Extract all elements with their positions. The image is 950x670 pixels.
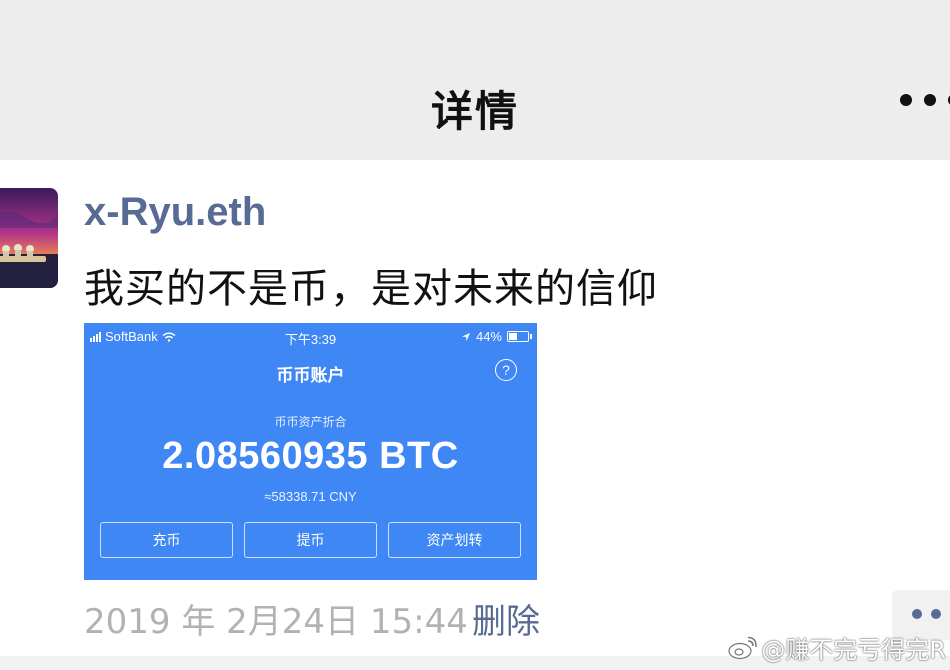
help-icon: ?: [495, 359, 517, 381]
btc-balance: 2.08560935 BTC: [162, 435, 459, 477]
more-dots-icon[interactable]: [900, 94, 950, 106]
avatar[interactable]: [0, 188, 58, 288]
nav-bar: 详情: [0, 0, 950, 160]
battery-percent: 44%: [475, 329, 502, 344]
status-bar-right: 44%: [461, 329, 532, 344]
action-buttons: 充币 提币 资产划转: [100, 522, 521, 558]
post-timestamp: 2019 年 2月24日 15:44: [84, 602, 468, 642]
app-title: 币币账户: [276, 366, 345, 385]
asset-label: 币币资产折合: [274, 415, 347, 429]
post-image[interactable]: SoftBank 下午3:39 44% 币币账户 ? 币币资产折合 2.0856…: [84, 323, 537, 580]
dots: [912, 609, 950, 619]
deposit-button: 充币: [100, 522, 233, 558]
withdraw-button: 提币: [244, 522, 377, 558]
dot: [924, 94, 936, 106]
post-text: 我买的不是币，是对未来的信仰: [84, 266, 658, 312]
dot: [900, 94, 912, 106]
moments-detail-page: 详情 x-Ryu.eth 我买的不是币，是对未来的信仰 SoftBank 下午3…: [0, 0, 950, 670]
dot: [912, 609, 922, 619]
avatar-image: [0, 188, 58, 288]
watermark: @赚不完亏得完R: [727, 630, 946, 665]
page-title: 详情: [430, 87, 519, 136]
battery-icon: [507, 331, 532, 342]
watermark-text: @赚不完亏得完R: [761, 636, 946, 664]
location-arrow-icon: [461, 332, 470, 341]
transfer-button: 资产划转: [388, 522, 521, 558]
cny-balance: ≈58338.71 CNY: [264, 489, 357, 504]
username-link[interactable]: x-Ryu.eth: [84, 190, 266, 235]
delete-link[interactable]: 删除: [472, 594, 540, 643]
dot: [931, 609, 941, 619]
weibo-logo-icon: [728, 636, 758, 659]
